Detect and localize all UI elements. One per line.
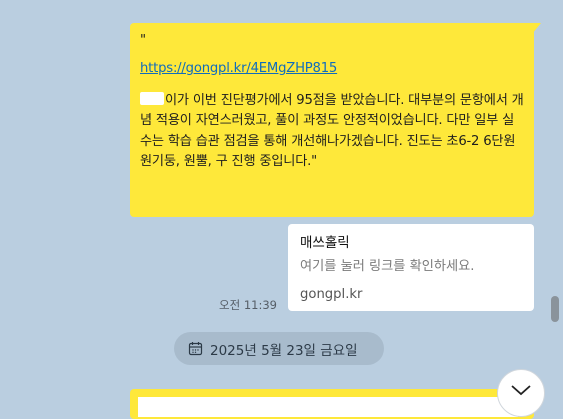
date-divider-text: 2025년 5월 23일 금요일	[210, 342, 358, 359]
bubble-tail	[532, 23, 541, 34]
scrollbar-thumb[interactable]	[551, 296, 559, 322]
message-timestamp: 오전 11:39	[219, 298, 277, 312]
message-body-text: 이가 이번 진단평가에서 95점을 받았습니다. 대부분의 문항에서 개념 적용…	[140, 92, 524, 170]
message-bubble[interactable]: " https://gongpl.kr/4EMgZHP815 이가 이번 진단평…	[130, 23, 534, 217]
scroll-to-bottom-button[interactable]	[497, 369, 545, 417]
redacted-name	[140, 91, 164, 105]
link-preview-title: 매쓰홀릭	[300, 235, 350, 251]
message-body: 이가 이번 진단평가에서 95점을 받았습니다. 대부분의 문항에서 개념 적용…	[140, 91, 524, 173]
message-link[interactable]: https://gongpl.kr/4EMgZHP815	[140, 61, 337, 76]
link-preview-description: 여기를 눌러 링크를 확인하세요.	[300, 259, 475, 274]
link-preview-card[interactable]: 매쓰홀릭 여기를 눌러 링크를 확인하세요. gongpl.kr	[288, 224, 534, 311]
date-divider: 2025년 5월 23일 금요일	[174, 332, 384, 365]
calendar-icon	[188, 342, 203, 356]
quote-mark: "	[140, 33, 146, 48]
link-preview-domain: gongpl.kr	[300, 287, 363, 302]
next-message-content	[138, 397, 518, 417]
chevron-down-icon	[511, 385, 531, 396]
